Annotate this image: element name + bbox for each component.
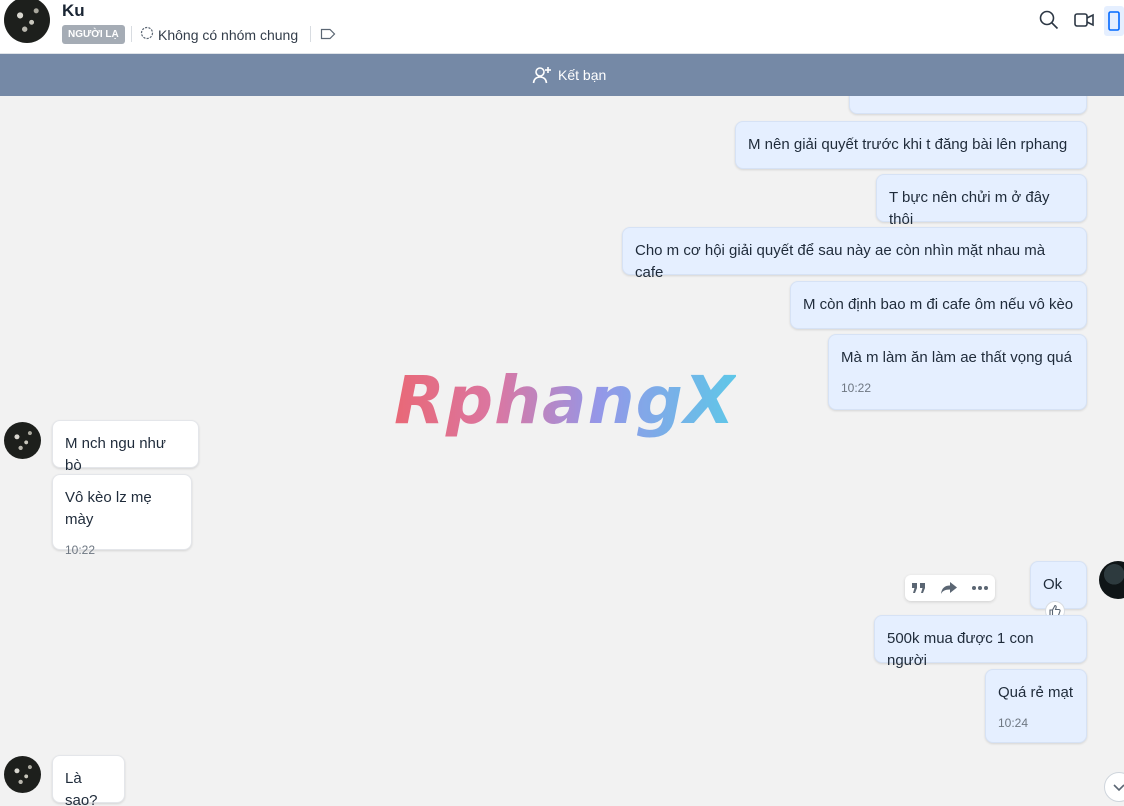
message-text: Mà m làm ăn làm ae thất vọng quá (841, 349, 1072, 366)
message-bubble-incoming[interactable]: Là sao? (52, 755, 125, 806)
message-bubble-outgoing[interactable]: Mà m làm ăn làm ae thất vọng quá 10:22 (828, 334, 1087, 410)
message-bubble-outgoing[interactable]: 500k mua được 1 con người (874, 615, 1087, 669)
message-bubble-partial[interactable] (849, 96, 1087, 114)
contact-name[interactable]: Ku (62, 1, 85, 21)
add-friend-bar: Kết bạn (0, 54, 1124, 96)
message-bubble-outgoing[interactable]: Quá rẻ mạt 10:24 (985, 669, 1087, 743)
sender-avatar[interactable] (4, 756, 41, 793)
message-text: M còn định bao m đi cafe ôm nếu vô kèo (803, 296, 1074, 313)
message-text: M nên giải quyết trước khi t đăng bài lê… (748, 136, 1068, 153)
message-actions-toolbar (905, 575, 995, 601)
panel-toggle-icon[interactable] (1104, 6, 1124, 36)
message-bubble-outgoing[interactable]: Cho m cơ hội giải quyết để sau này ae cò… (622, 227, 1087, 281)
header-divider (310, 26, 311, 42)
search-icon[interactable] (1038, 9, 1060, 31)
group-icon (140, 26, 154, 40)
tag-icon[interactable] (320, 28, 336, 40)
chevron-down-icon (1113, 784, 1124, 792)
common-groups-text[interactable]: Không có nhóm chung (158, 27, 298, 43)
add-friend-button[interactable]: Kết bạn (532, 64, 606, 86)
message-bubble-outgoing[interactable]: M còn định bao m đi cafe ôm nếu vô kèo (790, 281, 1087, 329)
video-call-icon[interactable] (1073, 9, 1095, 31)
watermark-logo: RphangX (394, 362, 736, 439)
message-text: Cho m cơ hội giải quyết để sau này ae cò… (635, 242, 1046, 281)
sender-avatar[interactable] (4, 422, 41, 459)
message-time: 10:22 (65, 543, 96, 557)
message-time: 10:24 (998, 716, 1029, 730)
contact-avatar[interactable] (4, 0, 50, 43)
message-bubble-incoming[interactable]: M nch ngu như bò (52, 420, 199, 474)
scroll-to-bottom-button[interactable] (1104, 772, 1124, 802)
header-divider (131, 26, 132, 42)
forward-icon[interactable] (940, 581, 958, 595)
add-friend-label: Kết bạn (558, 67, 607, 83)
message-list[interactable]: M nên giải quyết trước khi t đăng bài lê… (0, 96, 1124, 806)
message-text: Là sao? (65, 770, 98, 806)
chat-header: Ku NGƯỜI LẠ Không có nhóm chung (0, 0, 1124, 54)
message-time: 10:22 (841, 381, 872, 395)
message-text: M nch ngu như bò (65, 435, 166, 474)
message-bubble-incoming[interactable]: Vô kèo lz mẹ mày 10:22 (52, 474, 192, 557)
more-icon[interactable] (971, 585, 989, 591)
message-text: 500k mua được 1 con người (887, 630, 1034, 669)
message-text: Ok (1043, 576, 1063, 593)
stranger-badge: NGƯỜI LẠ (62, 25, 125, 44)
quote-icon[interactable] (911, 581, 927, 595)
message-text: Quá rẻ mạt (998, 684, 1074, 701)
own-avatar[interactable] (1099, 561, 1124, 599)
message-bubble-outgoing[interactable]: M nên giải quyết trước khi t đăng bài lê… (735, 121, 1087, 169)
message-bubble-outgoing[interactable]: T bực nên chửi m ở đây thôi (876, 174, 1087, 228)
message-text: T bực nên chửi m ở đây thôi (889, 189, 1050, 228)
add-user-icon (532, 67, 551, 84)
message-text: Vô kèo lz mẹ mày (65, 489, 152, 528)
